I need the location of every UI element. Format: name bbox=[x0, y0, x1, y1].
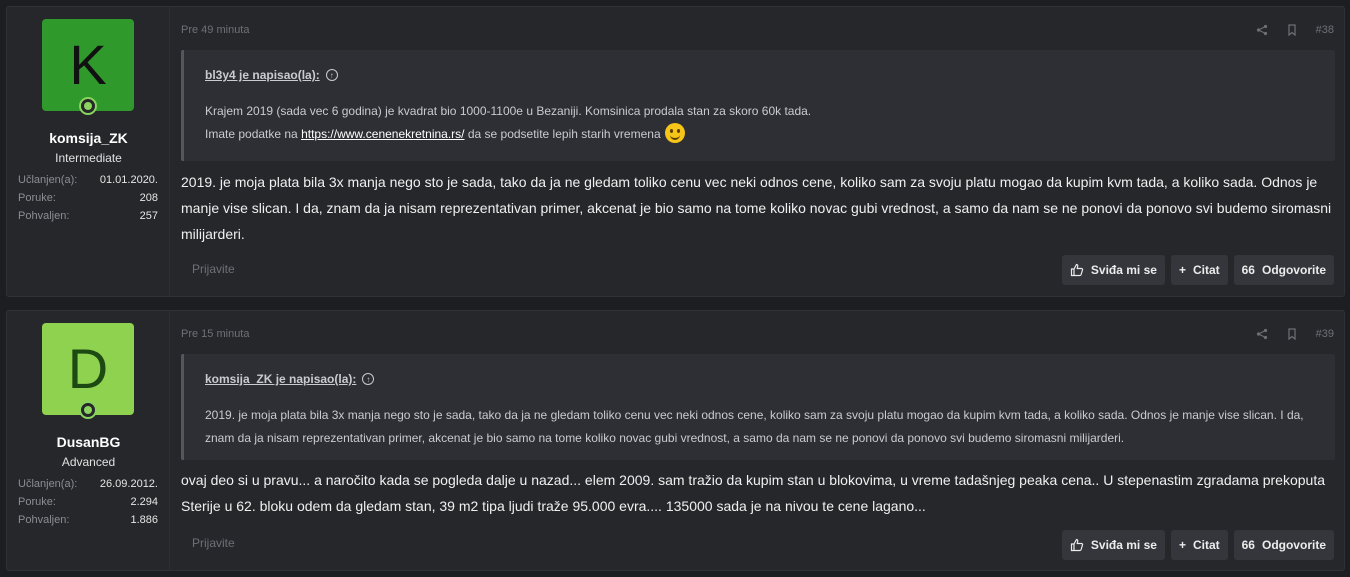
stat-label: Pohvaljen: bbox=[18, 514, 70, 526]
post-tools: #39 bbox=[1256, 328, 1334, 340]
quote-label: Citat bbox=[1192, 538, 1220, 552]
quote-marks-icon: 66 bbox=[1241, 263, 1255, 277]
post: K komsija_ZK Intermediate Učlanjen(a): 0… bbox=[6, 6, 1345, 297]
bookmark-icon[interactable] bbox=[1286, 328, 1298, 340]
quote-marks-icon: 66 bbox=[1241, 538, 1255, 552]
stat-label: Poruke: bbox=[18, 496, 56, 508]
quote-text-prefix: Imate podatke na bbox=[205, 127, 302, 141]
post: D DusanBG Advanced Učlanjen(a): 26.09.20… bbox=[6, 310, 1345, 571]
like-button[interactable]: Sviđa mi se bbox=[1061, 530, 1165, 560]
user-stats: Učlanjen(a): 01.01.2020. Poruke: 208 Poh… bbox=[18, 171, 158, 225]
quote-block: komsija_ZK je napisao(la): ↑ 2019. je mo… bbox=[181, 354, 1335, 460]
quote-button[interactable]: + Citat bbox=[1170, 255, 1228, 285]
stat-row: Poruke: 208 bbox=[18, 189, 158, 207]
stat-row: Pohvaljen: 257 bbox=[18, 207, 158, 225]
thumbs-up-icon bbox=[1070, 538, 1084, 552]
post-number[interactable]: #38 bbox=[1316, 24, 1334, 36]
thumbs-up-icon bbox=[1070, 263, 1084, 277]
quote-label: Citat bbox=[1192, 263, 1220, 277]
reply-label: Odgovorite bbox=[1261, 538, 1326, 552]
stat-row: Učlanjen(a): 01.01.2020. bbox=[18, 171, 158, 189]
like-button[interactable]: Sviđa mi se bbox=[1061, 255, 1165, 285]
bookmark-icon[interactable] bbox=[1286, 24, 1298, 36]
arrow-up-icon[interactable]: ↑ bbox=[325, 69, 338, 81]
user-title: Advanced bbox=[61, 455, 116, 469]
quote-button[interactable]: + Citat bbox=[1170, 530, 1228, 560]
post-number[interactable]: #39 bbox=[1316, 328, 1334, 340]
quote-author[interactable]: komsija_ZK je napisao(la): bbox=[205, 372, 356, 386]
plus-icon: + bbox=[1178, 538, 1186, 552]
stat-row: Pohvaljen: 1.886 bbox=[18, 511, 158, 529]
post-time[interactable]: Pre 15 minuta bbox=[181, 328, 249, 340]
like-label: Sviđa mi se bbox=[1090, 263, 1157, 277]
post-tools: #38 bbox=[1256, 24, 1334, 36]
post-actions: Sviđa mi se + Citat 66 Odgovorite bbox=[1061, 530, 1334, 560]
user-info: D DusanBG Advanced Učlanjen(a): 26.09.20… bbox=[7, 311, 170, 570]
quote-line: Krajem 2019 (sada vec 6 godina) je kvadr… bbox=[205, 104, 812, 118]
online-status-icon bbox=[79, 401, 97, 419]
online-status-icon bbox=[79, 97, 97, 115]
stat-value: 26.09.2012. bbox=[99, 478, 158, 490]
post-message: 2019. je moja plata bila 3x manja nego s… bbox=[181, 174, 1332, 242]
user-title: Intermediate bbox=[55, 151, 122, 165]
quote-text: 2019. je moja plata bila 3x manja nego s… bbox=[205, 408, 1304, 445]
quote-block: bl3y4 je napisao(la): ↑ Krajem 2019 (sad… bbox=[181, 50, 1335, 161]
quote-line: Imate podatke na https://www.cenenekretn… bbox=[205, 123, 1305, 146]
post-time[interactable]: Pre 49 minuta bbox=[181, 24, 249, 36]
user-stats: Učlanjen(a): 26.09.2012. Poruke: 2.294 P… bbox=[18, 475, 158, 529]
smiley-icon bbox=[664, 123, 685, 143]
quote-text: Krajem 2019 (sada vec 6 godina) je kvadr… bbox=[205, 100, 1305, 146]
stat-row: Poruke: 2.294 bbox=[18, 493, 158, 511]
plus-icon: + bbox=[1178, 263, 1186, 277]
stat-label: Učlanjen(a): bbox=[18, 478, 78, 490]
stat-value: 2.294 bbox=[130, 496, 158, 508]
post-message: ovaj deo si u pravu... a naročito kada s… bbox=[181, 472, 1326, 514]
quote-header[interactable]: bl3y4 je napisao(la): ↑ bbox=[205, 68, 338, 82]
reply-button[interactable]: 66 Odgovorite bbox=[1233, 255, 1334, 285]
quote-text-suffix: da se podsetite lepih starih vremena bbox=[464, 127, 661, 141]
username[interactable]: komsija_ZK bbox=[7, 130, 170, 146]
reply-label: Odgovorite bbox=[1261, 263, 1326, 277]
stat-label: Poruke: bbox=[18, 192, 56, 204]
report-link[interactable]: Prijavite bbox=[192, 536, 235, 550]
user-info: K komsija_ZK Intermediate Učlanjen(a): 0… bbox=[7, 7, 170, 296]
quote-author[interactable]: bl3y4 je napisao(la): bbox=[205, 68, 320, 82]
stat-row: Učlanjen(a): 26.09.2012. bbox=[18, 475, 158, 493]
stat-value: 208 bbox=[139, 192, 158, 204]
quote-link[interactable]: https://www.cenenekretnina.rs/ bbox=[301, 127, 464, 141]
quote-header[interactable]: komsija_ZK je napisao(la): ↑ bbox=[205, 372, 375, 386]
arrow-up-icon[interactable]: ↑ bbox=[362, 373, 375, 385]
stat-value: 01.01.2020. bbox=[99, 174, 158, 186]
stat-value: 257 bbox=[139, 210, 158, 222]
username[interactable]: DusanBG bbox=[7, 434, 170, 450]
like-label: Sviđa mi se bbox=[1090, 538, 1157, 552]
post-actions: Sviđa mi se + Citat 66 Odgovorite bbox=[1061, 255, 1334, 285]
share-icon[interactable] bbox=[1256, 328, 1268, 340]
stat-value: 1.886 bbox=[130, 514, 158, 526]
stat-label: Pohvaljen: bbox=[18, 210, 70, 222]
reply-button[interactable]: 66 Odgovorite bbox=[1233, 530, 1334, 560]
stat-label: Učlanjen(a): bbox=[18, 174, 78, 186]
share-icon[interactable] bbox=[1256, 24, 1268, 36]
report-link[interactable]: Prijavite bbox=[192, 262, 235, 276]
